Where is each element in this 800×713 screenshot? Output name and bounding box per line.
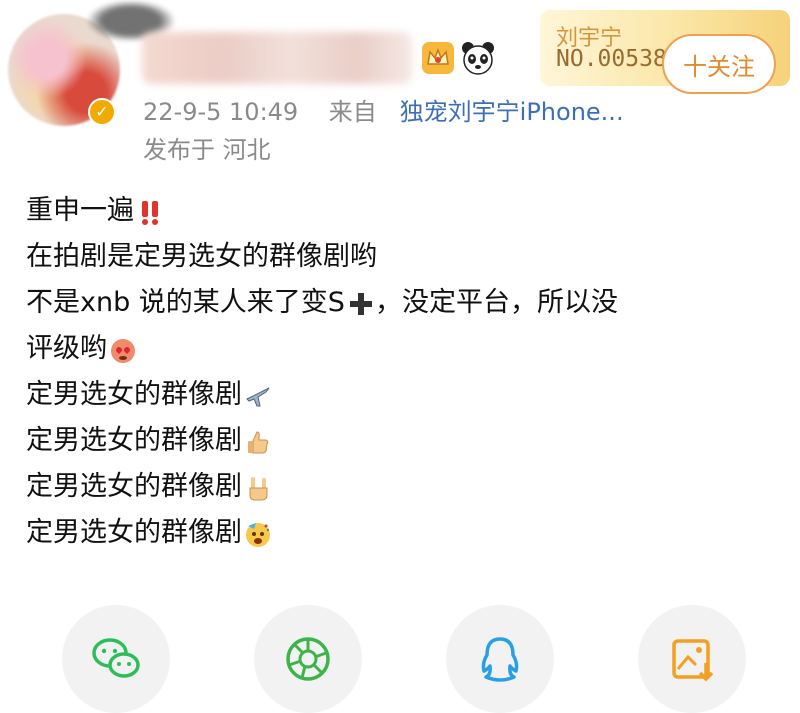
wechat-icon [92, 638, 140, 678]
content-line: 定男选女的群像剧 [26, 418, 786, 464]
source-link[interactable]: 独宠刘宇宁iPhone... [400, 98, 624, 126]
save-image-icon [672, 639, 714, 682]
follow-button[interactable]: 十关注 [662, 34, 776, 94]
share-bar [0, 605, 800, 713]
timestamp: 22-9-5 10:49 [143, 98, 299, 126]
location: 发布于 河北 [143, 136, 271, 164]
post-meta: 22-9-5 10:49 来自 独宠刘宇宁iPhone... [143, 92, 624, 127]
content-line: 评级哟 [26, 326, 786, 372]
save-image-button[interactable] [638, 605, 746, 713]
heart-eyes-emoji-icon [111, 338, 135, 363]
moments-icon [286, 637, 330, 681]
airplane-icon [246, 387, 270, 406]
content-line: 在拍剧是定男选女的群像剧哟 [26, 241, 377, 272]
thumbs-up-icon [248, 430, 269, 453]
content-line: 定男选女的群像剧 [26, 372, 786, 418]
verified-icon: ✓ [88, 98, 116, 126]
heavy-plus-icon [349, 292, 372, 315]
content-line: 不是xnb 说的某人来了变S ，没定平台，所以没 [26, 287, 618, 318]
author-name-blurred[interactable] [142, 32, 412, 84]
qq-icon [481, 637, 519, 682]
content-line: 定男选女的群像剧 [26, 464, 786, 510]
crown-icon [422, 42, 454, 74]
post-content: 重申一遍 在拍剧是定男选女的群像剧哟 不是xnb 说的某人来了变S ，没定平台，… [26, 188, 786, 556]
content-line: 重申一遍 [26, 188, 786, 234]
content-line: 定男选女的群像剧 [26, 510, 786, 556]
qq-share-button[interactable] [446, 605, 554, 713]
source-prefix: 来自 [328, 98, 377, 126]
wechat-share-button[interactable] [62, 605, 170, 713]
fan-badge-number: NO.005387 [556, 46, 668, 72]
double-exclamation-icon [142, 200, 158, 225]
panda-icon [462, 42, 494, 75]
moments-share-button[interactable] [254, 605, 362, 713]
party-emoji-icon [246, 522, 270, 547]
rock-hand-icon [249, 476, 268, 500]
